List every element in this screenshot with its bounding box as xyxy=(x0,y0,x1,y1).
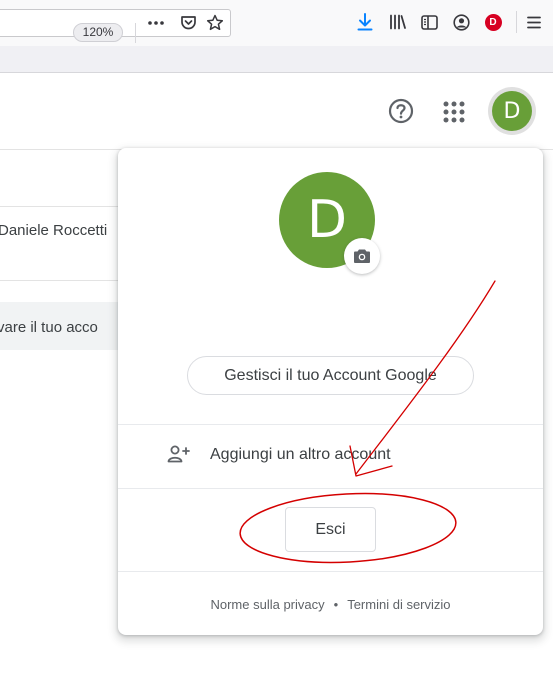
more-dots-icon[interactable] xyxy=(145,10,167,36)
account-avatar-button[interactable]: D xyxy=(488,87,536,135)
library-icon[interactable] xyxy=(387,11,409,33)
url-bar-separator xyxy=(135,23,136,43)
terms-link[interactable]: Termini di servizio xyxy=(347,597,450,612)
change-photo-button[interactable] xyxy=(344,238,380,274)
apps-grid-icon[interactable] xyxy=(440,98,468,126)
extension-badge: D xyxy=(484,13,502,31)
zoom-level-badge[interactable]: 120% xyxy=(73,23,123,42)
hamburger-menu-icon[interactable] xyxy=(523,11,545,33)
avatar: D xyxy=(492,91,532,131)
account-menu-footer: Norme sulla privacy • Termini di servizi… xyxy=(118,592,543,616)
browser-strip xyxy=(0,46,553,73)
app-header: D xyxy=(0,73,553,150)
account-menu: D Gestisci il tuo Account Google Aggiung… xyxy=(118,148,543,635)
menu-divider xyxy=(118,571,543,572)
manage-account-button[interactable]: Gestisci il tuo Account Google xyxy=(187,356,474,395)
camera-icon xyxy=(353,248,371,264)
sign-out-button[interactable]: Esci xyxy=(285,507,376,552)
account-icon[interactable] xyxy=(450,11,472,33)
url-bar[interactable]: 120% xyxy=(0,9,231,43)
background-divider xyxy=(0,206,130,207)
add-account-label: Aggiungi un altro account xyxy=(210,446,391,463)
web-page: D Daniele Roccetti vare il tuo acco D Ge… xyxy=(0,73,553,677)
background-banner: vare il tuo acco xyxy=(0,302,130,350)
help-circle-icon[interactable] xyxy=(386,96,416,126)
add-account-button[interactable]: Aggiungi un altro account xyxy=(118,425,543,488)
download-icon[interactable] xyxy=(354,11,376,33)
extension-icon[interactable]: D xyxy=(482,11,504,33)
browser-toolbar: 120% D xyxy=(0,0,553,46)
privacy-link[interactable]: Norme sulla privacy xyxy=(210,597,324,612)
footer-separator: • xyxy=(333,596,339,612)
background-user-name: Daniele Roccetti xyxy=(0,222,108,239)
pocket-icon[interactable] xyxy=(177,12,199,34)
person-add-icon xyxy=(167,444,191,469)
screenshot-frame: 120% D D Daniele Roccetti vare il tuo ac… xyxy=(0,0,553,677)
bookmark-star-icon[interactable] xyxy=(204,12,226,34)
toolbar-separator xyxy=(516,11,517,33)
background-divider xyxy=(0,280,130,281)
background-banner-text: vare il tuo acco xyxy=(0,319,98,336)
menu-divider xyxy=(118,488,543,489)
sidebar-icon[interactable] xyxy=(418,11,440,33)
